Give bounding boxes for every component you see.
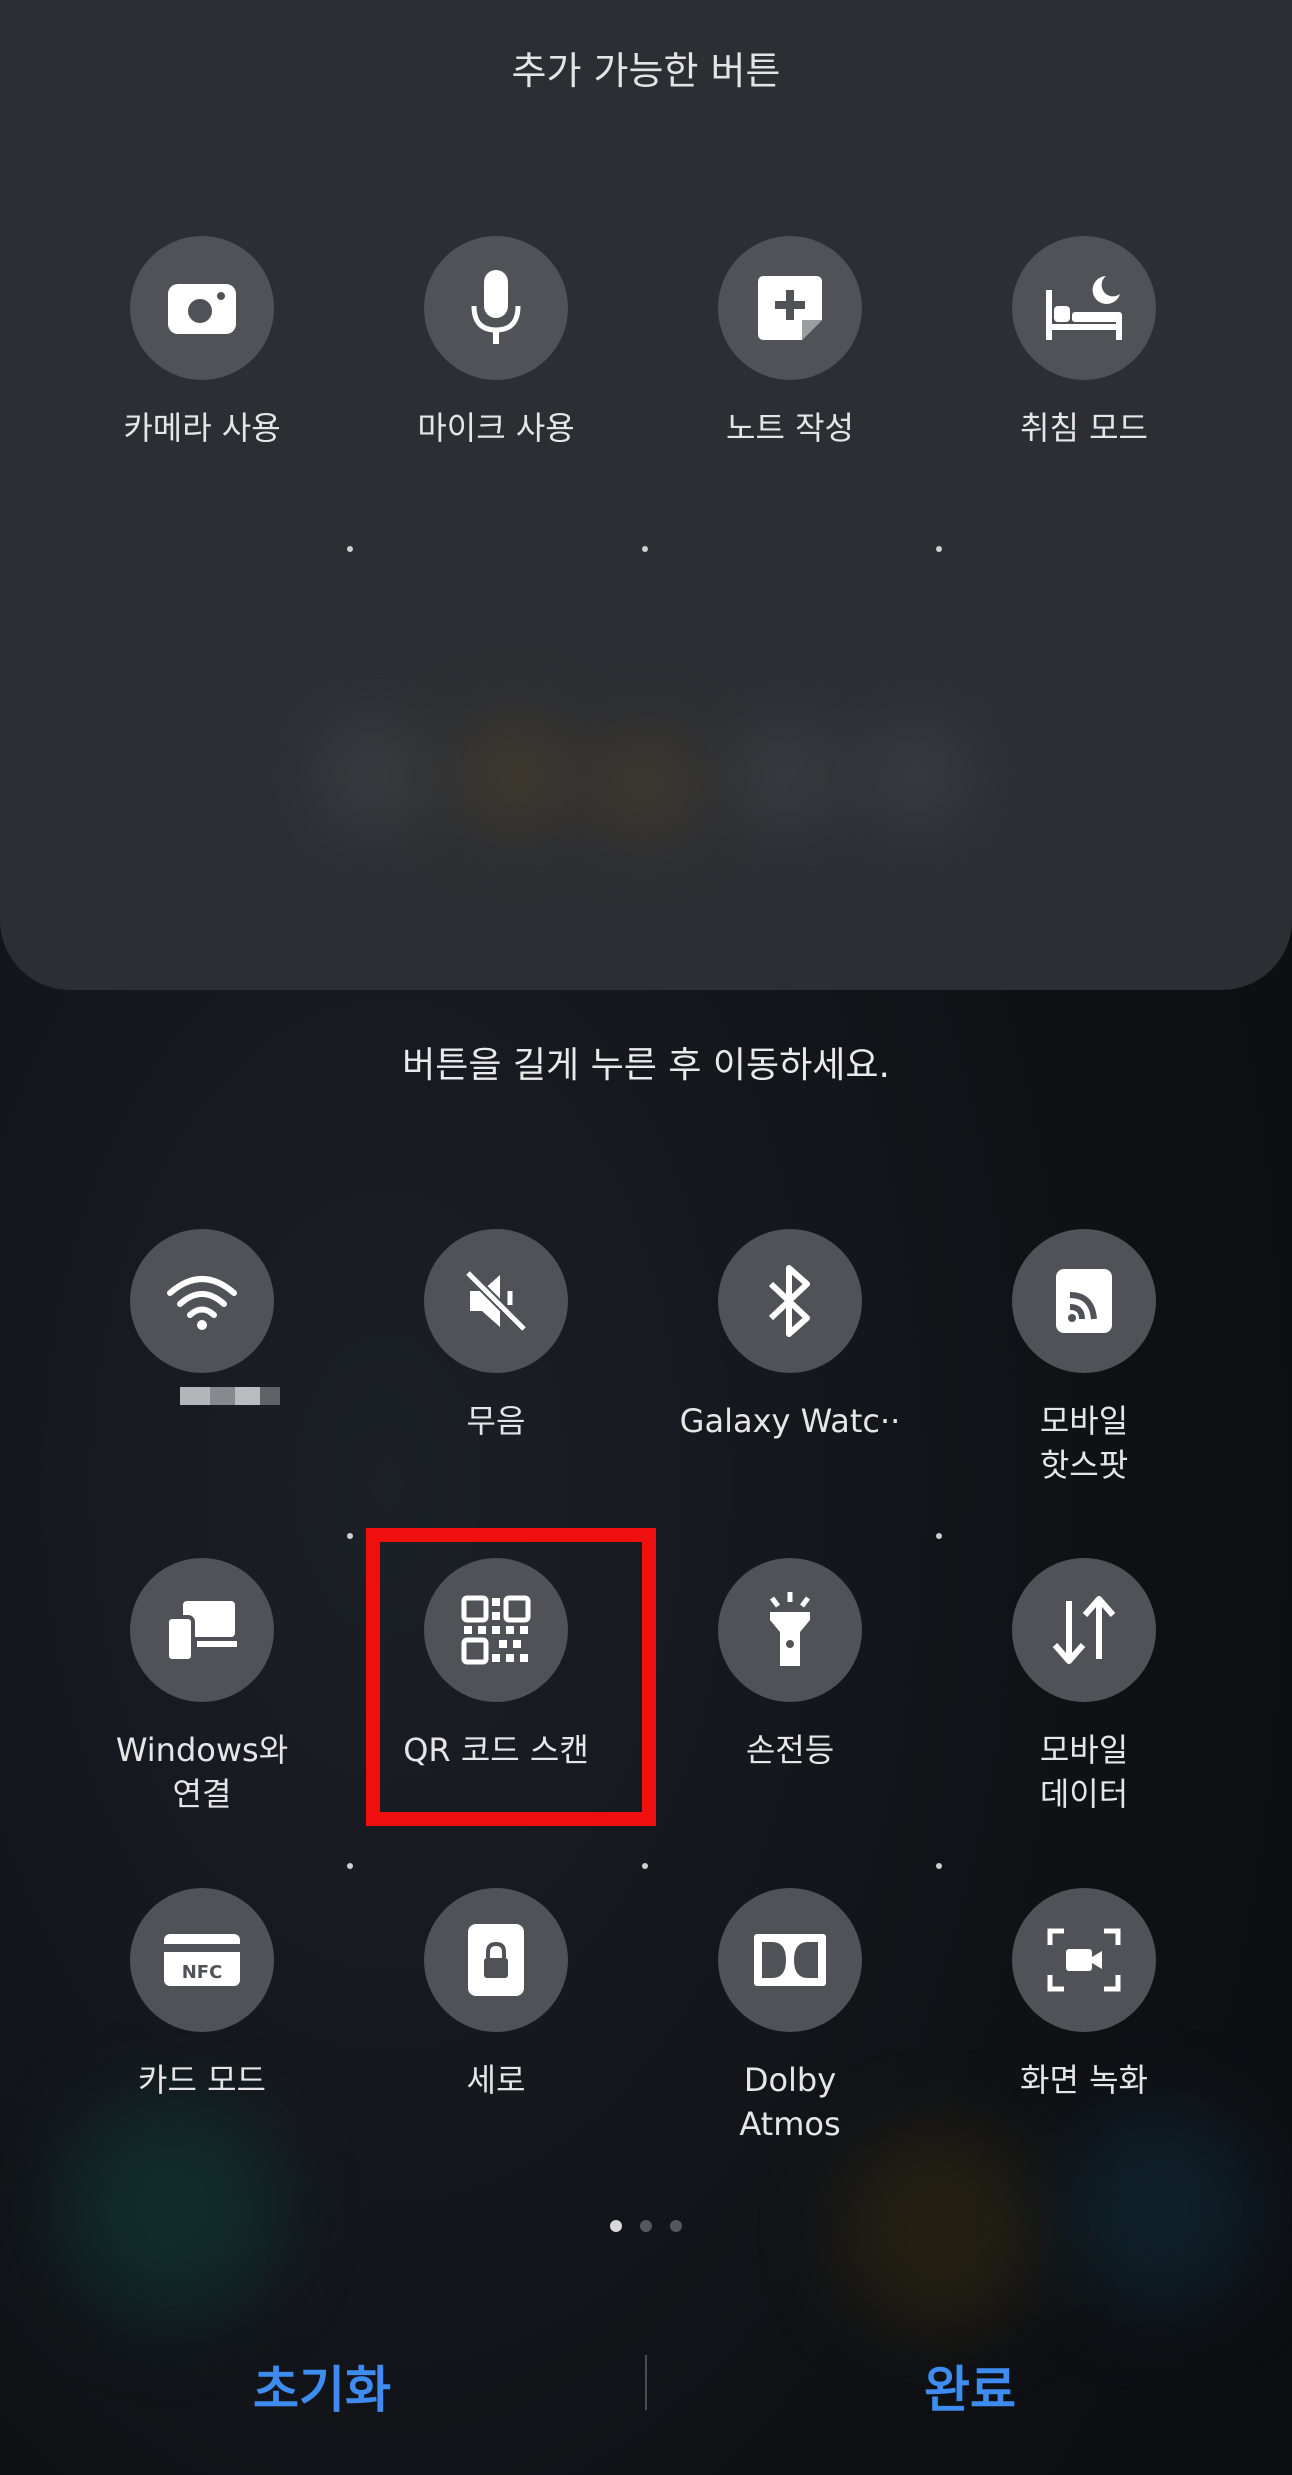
camera-icon — [130, 236, 274, 380]
page-indicator — [0, 2220, 1292, 2232]
nfc-badge-text: NFC — [182, 1962, 223, 1983]
reset-button[interactable]: 초기화 — [122, 2350, 522, 2422]
grid-dot — [936, 546, 942, 552]
tile-screen-recorder[interactable]: 화면 녹화 — [944, 1888, 1224, 2102]
page-dot[interactable] — [640, 2220, 652, 2232]
drag-hint: 버튼을 길게 누른 후 이동하세요. — [402, 1045, 890, 1086]
tile-label: 무음 — [466, 1402, 526, 1440]
hotspot-icon — [1012, 1229, 1156, 1373]
tile-label: Dolby Atmos — [739, 2061, 841, 2143]
grid-dot — [936, 1863, 942, 1869]
grid-dot — [642, 1863, 648, 1869]
mobile-data-icon — [1012, 1558, 1156, 1702]
background-blur — [60, 2100, 280, 2320]
background-blur — [330, 730, 420, 820]
microphone-icon — [424, 236, 568, 380]
background-blur — [600, 740, 690, 830]
wifi-icon — [130, 1229, 274, 1373]
tile-flashlight[interactable]: 손전등 — [650, 1558, 930, 1772]
page-dot[interactable] — [610, 2220, 622, 2232]
tile-card-mode[interactable]: NFC 카드 모드 — [62, 1888, 342, 2102]
tile-bluetooth[interactable]: Galaxy Watc·· — [650, 1229, 930, 1443]
tile-label: 화면 녹화 — [1020, 2061, 1148, 2099]
grid-dot — [347, 1863, 353, 1869]
tile-label: 취침 모드 — [1020, 409, 1148, 447]
available-buttons-panel: 추가 가능한 버튼 카메라 사용 마이크 사용 노트 작성 취침 모드 — [0, 0, 1292, 990]
note-add-icon — [718, 236, 862, 380]
tile-label: 손전등 — [745, 1731, 835, 1769]
done-button[interactable]: 완료 — [770, 2350, 1170, 2422]
bluetooth-icon — [718, 1229, 862, 1373]
tile-label: 세로 — [466, 2061, 526, 2099]
tile-mobile-data[interactable]: 모바일 데이터 — [944, 1558, 1224, 1816]
tile-label: 노트 작성 — [726, 409, 854, 447]
bed-moon-icon — [1012, 236, 1156, 380]
grid-dot — [642, 546, 648, 552]
footer-divider — [645, 2355, 647, 2410]
highlight-box — [366, 1528, 656, 1826]
tile-label: 카드 모드 — [138, 2061, 266, 2099]
nfc-card-icon: NFC — [130, 1888, 274, 2032]
panel-title: 추가 가능한 버튼 — [511, 49, 781, 93]
tile-portrait-lock[interactable]: 세로 — [356, 1888, 636, 2102]
portrait-lock-icon — [424, 1888, 568, 2032]
flashlight-icon — [718, 1558, 862, 1702]
tile-dolby-atmos[interactable]: Dolby Atmos — [650, 1888, 930, 2146]
tile-mobile-hotspot[interactable]: 모바일 핫스팟 — [944, 1229, 1224, 1487]
tile-microphone-use[interactable]: 마이크 사용 — [356, 236, 636, 450]
tile-label: Windows와 연결 — [115, 1731, 289, 1813]
grid-dot — [347, 546, 353, 552]
mute-icon — [424, 1229, 568, 1373]
background-blur — [470, 730, 560, 820]
tile-camera-use[interactable]: 카메라 사용 — [62, 236, 342, 450]
tile-label: 카메라 사용 — [123, 409, 281, 447]
grid-dot — [347, 1533, 353, 1539]
background-blur — [740, 730, 830, 820]
dolby-icon — [718, 1888, 862, 2032]
grid-dot — [936, 1533, 942, 1539]
tile-label: 모바일 데이터 — [1039, 1731, 1129, 1813]
screen-record-icon — [1012, 1888, 1156, 2032]
tile-label: 마이크 사용 — [417, 409, 575, 447]
background-blur — [870, 730, 960, 820]
page-dot[interactable] — [670, 2220, 682, 2232]
tile-create-note[interactable]: 노트 작성 — [650, 236, 930, 450]
tile-sleep-mode[interactable]: 취침 모드 — [944, 236, 1224, 450]
tile-label: Galaxy Watc·· — [679, 1402, 901, 1440]
tile-mute[interactable]: 무음 — [356, 1229, 636, 1443]
tile-wifi[interactable] — [62, 1229, 342, 1373]
link-to-windows-icon — [130, 1558, 274, 1702]
wifi-network-name-blurred — [180, 1387, 280, 1405]
tile-label: 모바일 핫스팟 — [1039, 1402, 1129, 1484]
tile-link-to-windows[interactable]: Windows와 연결 — [62, 1558, 342, 1816]
background-blur — [1060, 2110, 1260, 2310]
